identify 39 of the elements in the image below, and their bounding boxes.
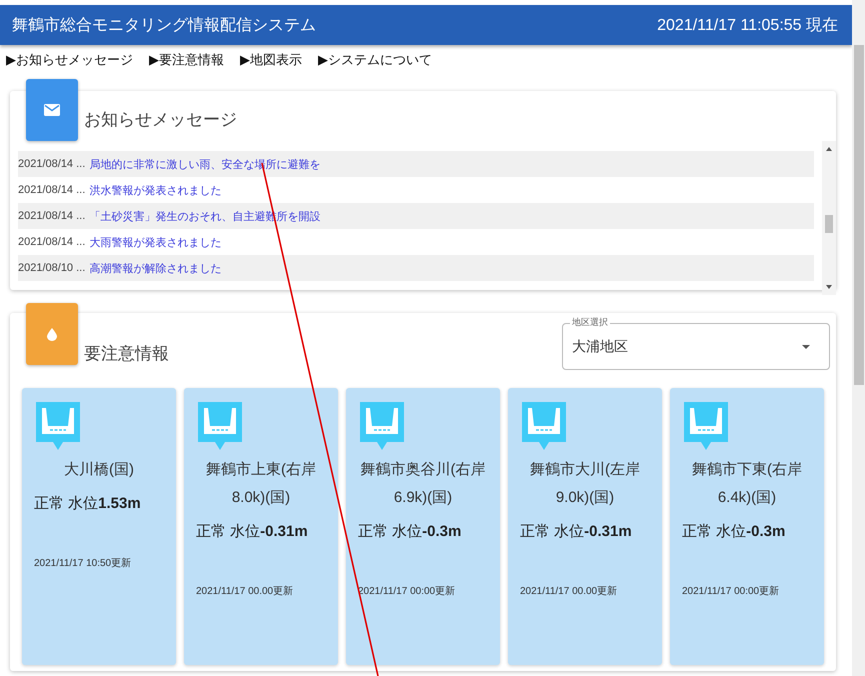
water-level-status: 正常 水位-0.31m [196, 522, 309, 542]
nav-link[interactable]: ▶地図表示 [240, 51, 302, 69]
notice-link[interactable]: 大雨警報が発表されました [89, 234, 222, 250]
station-card[interactable]: 舞鶴市上東(右岸8.0k)(国) 正常 水位-0.31m 2021/11/17 00.00更新 [184, 388, 338, 665]
notice-date: 2021/08/14 ... [18, 158, 86, 170]
nav-link[interactable]: ▶システムについて [318, 51, 432, 69]
water-level-status: 正常 水位-0.31m [520, 522, 633, 542]
station-card[interactable]: 舞鶴市下東(右岸6.4k)(国) 正常 水位-0.3m 2021/11/17 00:00更新 [670, 388, 824, 665]
notice-date: 2021/08/14 ... [18, 184, 86, 196]
panel-title: 要注意情報 [84, 343, 169, 365]
caret-icon [802, 344, 810, 348]
water-level-status: 正常 水位-0.3m [358, 522, 462, 542]
water-level-status: 正常 水位-0.3m [682, 522, 786, 542]
notice-date: 2021/08/14 ... [18, 236, 86, 248]
station-name: 舞鶴市奥谷川(右岸6.9k)(国) [360, 460, 486, 508]
update-time: 2021/11/17 10:50更新 [34, 556, 132, 570]
notice-date: 2021/08/14 ... [18, 210, 86, 222]
app-title: 舞鶴市総合モニタリング情報配信システム [12, 16, 316, 36]
update-time: 2021/11/17 00.00更新 [196, 584, 294, 598]
update-time: 2021/11/17 00:00更新 [682, 584, 780, 598]
notice-link[interactable]: 高潮警報が解除されました [89, 260, 222, 276]
nav-link[interactable]: ▶要注意情報 [149, 51, 224, 69]
current-datetime: 2021/11/17 11:05:55 現在 [657, 16, 838, 36]
drop-icon [47, 328, 57, 340]
station-card[interactable]: 大川橋(国) 正常 水位1.53m 2021/11/17 10:50更新 [22, 388, 176, 665]
water-level-status: 正常 水位1.53m [34, 494, 142, 514]
nav-link[interactable]: ▶お知らせメッセージ [6, 51, 133, 69]
notice-link[interactable]: 洪水警報が発表されました [89, 182, 222, 198]
station-name: 大川橋(国) [63, 460, 135, 480]
panel-title: お知らせメッセージ [84, 109, 237, 131]
update-time: 2021/11/17 00.00更新 [520, 584, 618, 598]
station-name: 舞鶴市上東(右岸8.0k)(国) [205, 460, 317, 508]
station-card[interactable]: 舞鶴市大川(左岸9.0k)(国) 正常 水位-0.31m 2021/11/17 00.00更新 [508, 388, 662, 665]
mail-icon [44, 104, 60, 116]
station-name: 舞鶴市下東(右岸6.4k)(国) [691, 460, 803, 508]
list-scrollbar[interactable] [822, 141, 836, 295]
page-scrollbar[interactable] [852, 0, 865, 676]
notice-date: 2021/08/10 ... [18, 262, 86, 274]
station-name: 舞鶴市大川(左岸9.0k)(国) [529, 460, 641, 508]
